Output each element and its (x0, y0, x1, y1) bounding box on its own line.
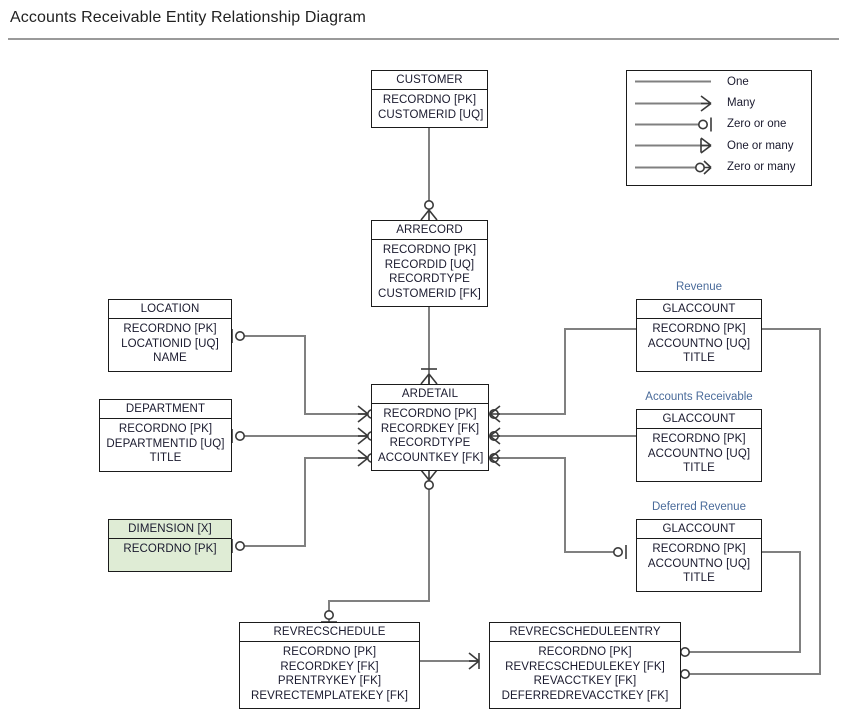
entity-attributes: RECORDNO [PK] ACCOUNTNO [UQ] TITLE (637, 539, 761, 591)
entity-name: DIMENSION [X] (109, 520, 231, 539)
group-label-deferred-revenue: Deferred Revenue (652, 501, 746, 513)
entity-attributes: RECORDNO [PK] (109, 539, 231, 562)
attribute: RECORDNO [PK] (652, 433, 746, 445)
entity-revrecschedule[interactable]: REVRECSCHEDULE RECORDNO [PK] RECORDKEY [… (239, 622, 420, 710)
entity-department[interactable]: DEPARTMENT RECORDNO [PK] DEPARTMENTID [U… (99, 399, 232, 472)
entity-attributes: RECORDNO [PK] CUSTOMERID [UQ] (372, 90, 487, 127)
entity-attributes: RECORDNO [PK] RECORDID [UQ] RECORDTYPE C… (372, 240, 487, 306)
entity-name: CUSTOMER (372, 71, 487, 90)
legend-row-many: Many (627, 92, 811, 113)
entity-location[interactable]: LOCATION RECORDNO [PK] LOCATIONID [UQ] N… (108, 299, 232, 372)
entity-name: GLACCOUNT (637, 410, 761, 429)
legend-label: Many (727, 97, 756, 110)
attribute: REVACCTKEY [FK] (533, 675, 637, 688)
legend-row-one-or-many: One or many (627, 135, 811, 156)
attribute: RECORDNO [PK] (652, 323, 746, 335)
attribute: ACCOUNTNO [UQ] (647, 337, 751, 350)
entity-name: LOCATION (109, 300, 231, 319)
circle-bar-icon (635, 117, 712, 132)
attribute: TITLE (683, 462, 715, 475)
title-divider (8, 38, 839, 40)
entity-glaccount-accounts-receivable[interactable]: GLACCOUNT RECORDNO [PK] ACCOUNTNO [UQ] T… (636, 409, 762, 482)
legend-label: Zero or one (727, 118, 787, 131)
attribute: DEPARTMENTID [UQ] (106, 437, 225, 450)
entity-name: GLACCOUNT (637, 300, 761, 319)
page-title: Accounts Receivable Entity Relationship … (10, 9, 366, 26)
crowsfoot-icon (635, 94, 712, 112)
attribute: RECORDKEY [FK] (380, 422, 480, 435)
entity-customer[interactable]: CUSTOMER RECORDNO [PK] CUSTOMERID [UQ] (371, 70, 488, 129)
attribute: RECORDNO [PK] (652, 543, 746, 555)
group-label-accounts-receivable: Accounts Receivable (645, 391, 753, 403)
one-line-icon (635, 80, 711, 83)
attribute: REVRECTEMPLATEKEY [FK] (250, 689, 409, 702)
attribute: RECORDNO [PK] (382, 94, 477, 106)
attribute: CUSTOMERID [FK] (378, 287, 481, 300)
attribute: REVRECSCHEDULEKEY [FK] (505, 660, 665, 673)
attribute: LOCATIONID [UQ] (121, 337, 219, 350)
attribute: RECORDID [UQ] (384, 258, 475, 271)
attribute: ACCOUNTKEY [FK] (378, 451, 484, 464)
legend-row-one: One (627, 71, 811, 92)
bar-crowsfoot-icon (635, 137, 712, 154)
entity-attributes: RECORDNO [PK] ACCOUNTNO [UQ] TITLE (637, 319, 761, 371)
entity-attributes: RECORDNO [PK] ACCOUNTNO [UQ] TITLE (637, 429, 761, 481)
entity-glaccount-deferred-revenue[interactable]: GLACCOUNT RECORDNO [PK] ACCOUNTNO [UQ] T… (636, 519, 762, 592)
attribute: TITLE (149, 452, 182, 465)
attribute: RECORDNO [PK] (123, 323, 217, 335)
entity-glaccount-revenue[interactable]: GLACCOUNT RECORDNO [PK] ACCOUNTNO [UQ] T… (636, 299, 762, 372)
attribute: RECORDNO [PK] (282, 646, 377, 658)
entity-attributes: RECORDNO [PK] DEPARTMENTID [UQ] TITLE (100, 419, 231, 471)
attribute: RECORDNO [PK] (382, 244, 477, 256)
attribute: ACCOUNTNO [UQ] (647, 557, 751, 570)
entity-arrecord[interactable]: ARRECORD RECORDNO [PK] RECORDID [UQ] REC… (371, 220, 488, 308)
attribute: PRENTRYKEY [FK] (277, 675, 382, 688)
attribute: RECORDNO [PK] (123, 543, 217, 555)
entity-name: GLACCOUNT (637, 520, 761, 539)
attribute: CUSTOMERID [UQ] (378, 108, 484, 121)
attribute: ACCOUNTNO [UQ] (647, 447, 751, 460)
entity-ardetail[interactable]: ARDETAIL RECORDNO [PK] RECORDKEY [FK] RE… (371, 384, 489, 472)
legend-row-zero-or-one: Zero or one (627, 114, 811, 135)
group-label-revenue: Revenue (675, 281, 723, 293)
entity-revrecscheduleentry[interactable]: REVRECSCHEDULEENTRY RECORDNO [PK] REVREC… (489, 622, 681, 710)
legend: One Many Zero or one One or many Zero or… (626, 70, 812, 186)
entity-dimension[interactable]: DIMENSION [X] RECORDNO [PK] (108, 519, 232, 572)
entity-attributes: RECORDNO [PK] RECORDKEY [FK] RECORDTYPE … (372, 404, 488, 470)
entity-name: REVRECSCHEDULEENTRY (490, 623, 680, 642)
entity-name: DEPARTMENT (100, 400, 231, 419)
legend-label: One or many (727, 139, 794, 152)
legend-label: One (727, 75, 749, 88)
er-diagram-canvas: CUSTOMER RECORDNO [PK] CUSTOMERID [UQ] A… (0, 44, 847, 722)
attribute: NAME (153, 352, 187, 365)
attribute: RECORDNO [PK] (538, 646, 632, 658)
entity-name: ARRECORD (372, 221, 487, 240)
entity-attributes: RECORDNO [PK] RECORDKEY [FK] PRENTRYKEY … (240, 642, 419, 708)
attribute: DEFERREDREVACCTKEY [FK] (501, 689, 669, 702)
entity-attributes: RECORDNO [PK] REVRECSCHEDULEKEY [FK] REV… (490, 642, 680, 708)
legend-row-zero-or-many: Zero or many (627, 157, 811, 178)
attribute: RECORDNO [PK] (118, 423, 213, 435)
legend-label: Zero or many (727, 161, 796, 174)
attribute: RECORDTYPE (389, 273, 470, 286)
attribute: TITLE (683, 572, 715, 585)
attribute: TITLE (683, 352, 715, 365)
entity-name: ARDETAIL (372, 385, 488, 404)
entity-name: REVRECSCHEDULE (240, 623, 419, 642)
attribute: RECORDNO [PK] (383, 408, 477, 420)
entity-attributes: RECORDNO [PK] LOCATIONID [UQ] NAME (109, 319, 231, 371)
attribute: RECORDKEY [FK] (280, 660, 379, 673)
circle-crowsfoot-icon (635, 160, 712, 175)
attribute: RECORDTYPE (389, 437, 471, 450)
